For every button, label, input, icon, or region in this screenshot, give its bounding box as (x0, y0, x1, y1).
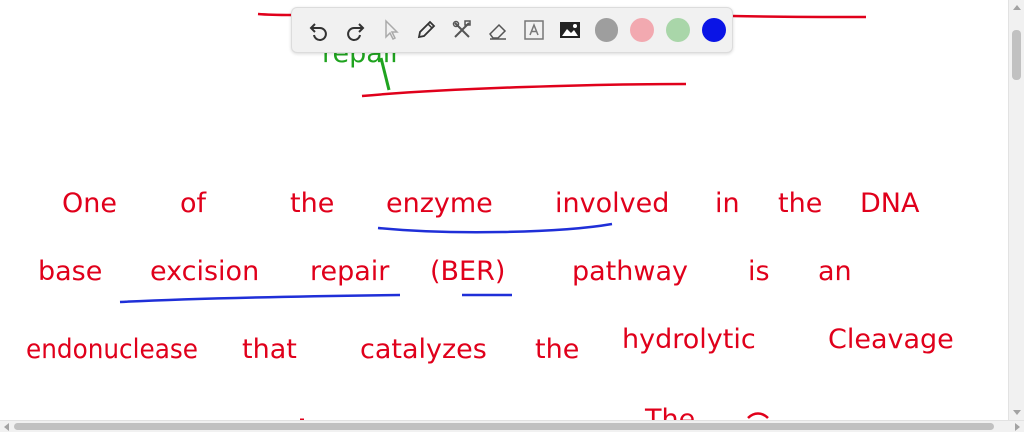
redo-button[interactable] (338, 13, 372, 47)
vertical-scroll-thumb[interactable] (1012, 30, 1021, 80)
drawing-toolbar (291, 7, 733, 53)
word-3-2: that (242, 334, 297, 365)
tools-icon (452, 20, 471, 38)
scroll-up-icon[interactable] (1013, 5, 1021, 10)
word-2-4: (BER) (430, 256, 505, 287)
word-3-1: endonuclease (26, 334, 198, 365)
partial-stroke-2 (747, 412, 769, 419)
eraser-icon (488, 23, 507, 40)
note-line-3: endonuclease that catalyzes the hydrolyt… (26, 324, 954, 365)
redo-icon (346, 23, 365, 41)
top-red-rule-right (732, 14, 867, 19)
whiteboard-canvas[interactable]: repair One of the enzyme involved in the… (0, 0, 1008, 420)
word-1-6: in (715, 188, 740, 219)
word-1-4: enzyme (386, 188, 493, 219)
word-3-5: hydrolytic (622, 324, 756, 355)
word-1-8: DNA (860, 188, 920, 219)
note-line-1: One of the enzyme involved in the DNA (62, 188, 920, 219)
word-1-5: involved (555, 188, 669, 219)
text-button[interactable] (517, 13, 551, 47)
red-underline-top (361, 82, 687, 98)
text-icon (524, 20, 544, 40)
color-swatch-gray[interactable] (594, 18, 619, 42)
word-2-7: an (818, 256, 852, 287)
note-line-2: base excision repair (BER) pathway is an (38, 256, 852, 287)
undo-icon (309, 23, 327, 41)
word-1-3: the (290, 188, 334, 219)
blue-underline-excision-repair (119, 293, 401, 304)
scroll-left-icon[interactable] (4, 423, 9, 431)
pen-icon (418, 20, 436, 39)
word-2-5: pathway (572, 256, 688, 287)
word-4-partial: The (644, 404, 695, 420)
horizontal-scroll-thumb[interactable] (14, 423, 994, 430)
pen-button[interactable] (409, 13, 443, 47)
word-2-2: excision (150, 256, 259, 287)
word-1-7: the (778, 188, 822, 219)
image-icon (559, 22, 580, 38)
eraser-button[interactable] (481, 13, 515, 47)
scroll-right-icon[interactable] (1015, 423, 1020, 431)
word-1-1: One (62, 188, 117, 219)
undo-button[interactable] (302, 13, 336, 47)
select-button[interactable] (374, 13, 408, 47)
color-swatch-pink[interactable] (630, 18, 655, 42)
blue-underline-enzyme (377, 222, 613, 234)
color-swatch-blue[interactable] (702, 18, 726, 42)
word-2-6: is (748, 256, 770, 287)
word-2-3: repair (310, 256, 390, 287)
tools-button[interactable] (445, 13, 479, 47)
vertical-scrollbar[interactable] (1008, 0, 1024, 420)
word-2-1: base (38, 256, 102, 287)
color-swatch-green[interactable] (666, 18, 691, 42)
word-3-3: catalyzes (360, 334, 487, 365)
pointer-icon (384, 19, 399, 41)
top-red-rule-left (257, 12, 293, 17)
image-button[interactable] (553, 13, 587, 47)
horizontal-scrollbar[interactable] (0, 420, 1024, 432)
word-1-2: of (180, 188, 208, 219)
scroll-down-icon[interactable] (1013, 410, 1021, 415)
word-3-6: Cleavage (828, 324, 954, 355)
word-3-4: the (535, 334, 579, 365)
